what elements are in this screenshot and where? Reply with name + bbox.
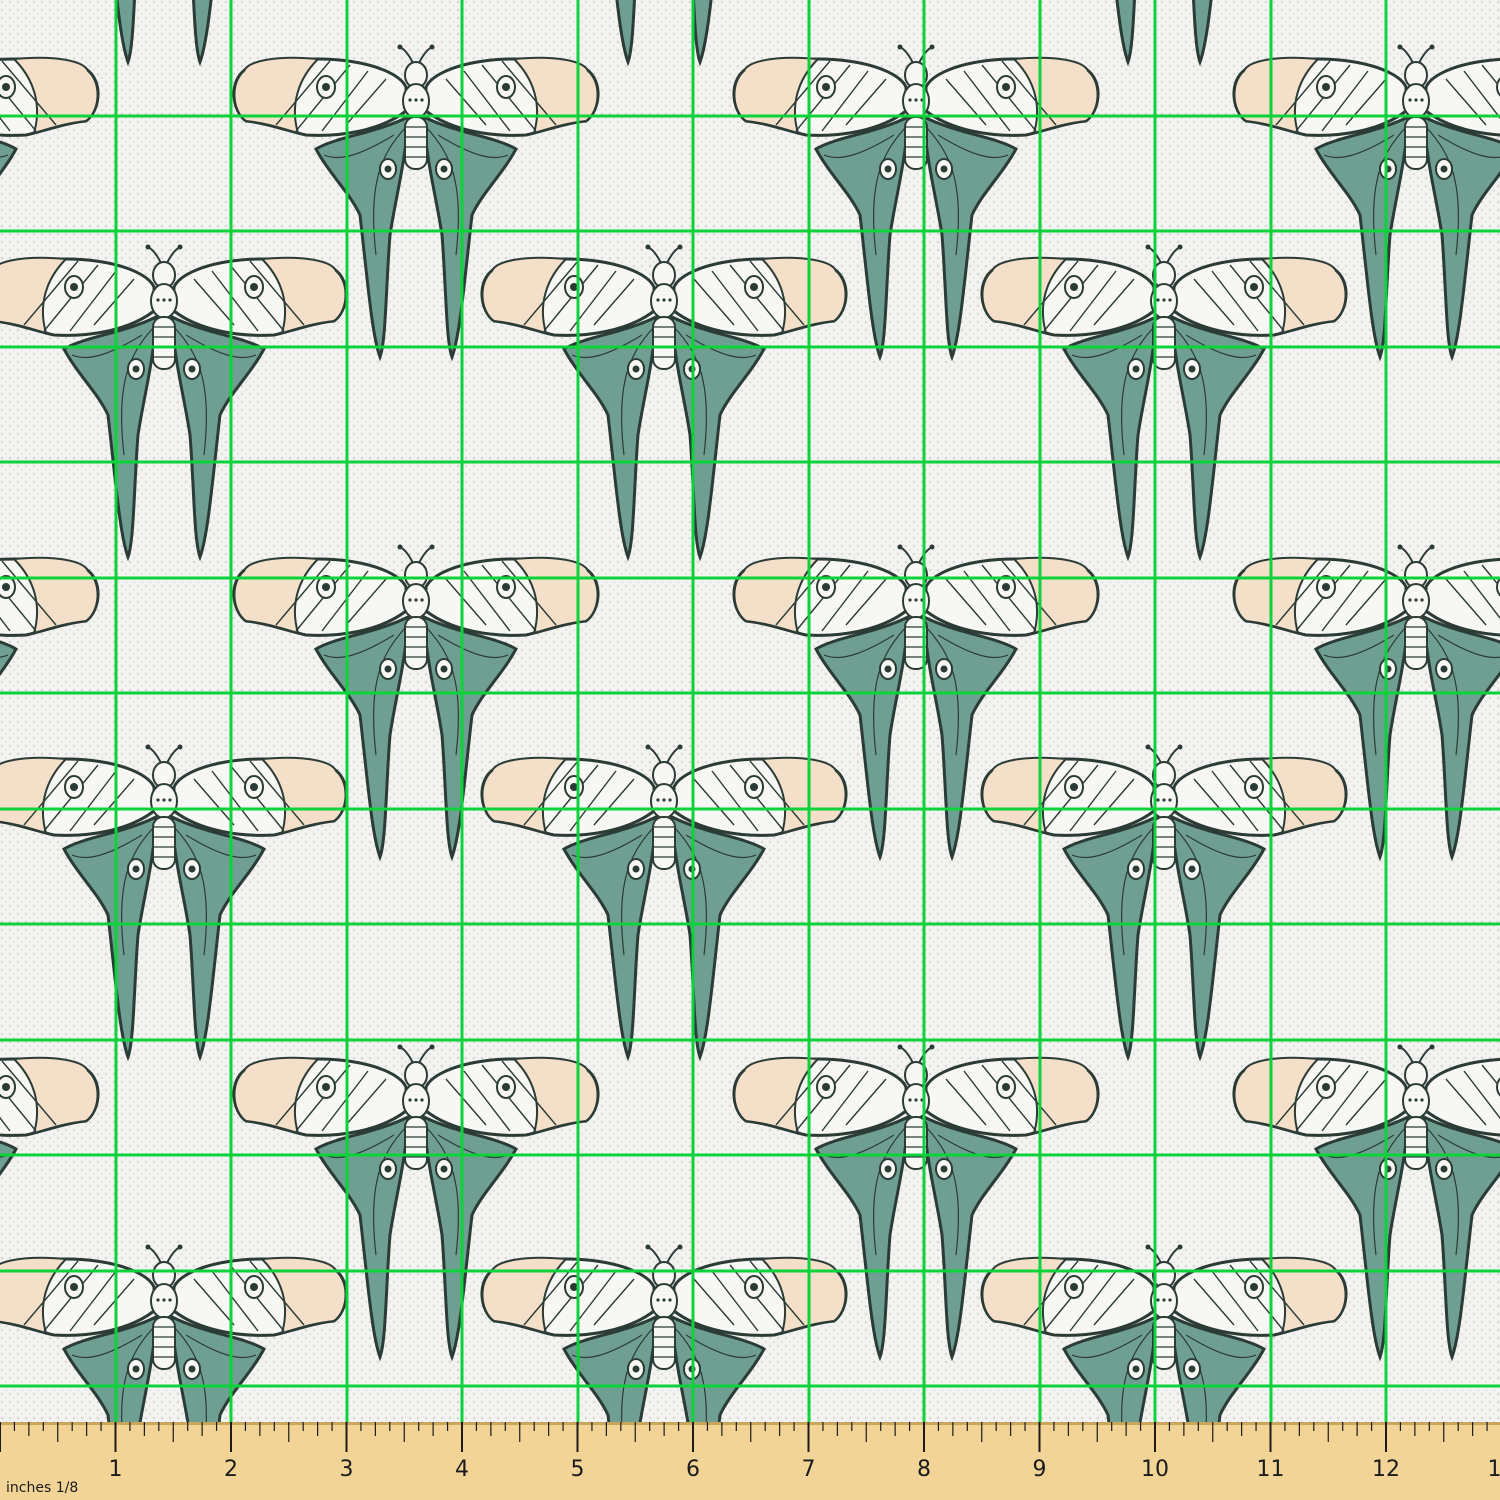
ruler-number: 9: [1033, 1457, 1047, 1482]
moth-pattern: [0, 0, 1500, 1500]
ruler-number: 6: [686, 1457, 700, 1482]
ruler-number: 4: [455, 1457, 469, 1482]
ruler-number: 13: [1488, 1457, 1500, 1482]
ruler: 12345678910111213 inches 1/8: [0, 1422, 1500, 1500]
ruler-number: 5: [571, 1457, 585, 1482]
ruler-edge: [0, 1422, 1500, 1425]
ruler-number: 8: [917, 1457, 931, 1482]
ruler-number: 11: [1257, 1457, 1285, 1482]
ruler-number: 3: [340, 1457, 354, 1482]
ruler-number: 1: [109, 1457, 123, 1482]
ruler-number: 7: [802, 1457, 816, 1482]
ruler-unit-label: inches 1/8: [6, 1480, 78, 1496]
ruler-number: 12: [1372, 1457, 1400, 1482]
ruler-number: 10: [1141, 1457, 1169, 1482]
fabric-swatch: 12345678910111213 inches 1/8: [0, 0, 1500, 1500]
ruler-number: 2: [224, 1457, 238, 1482]
